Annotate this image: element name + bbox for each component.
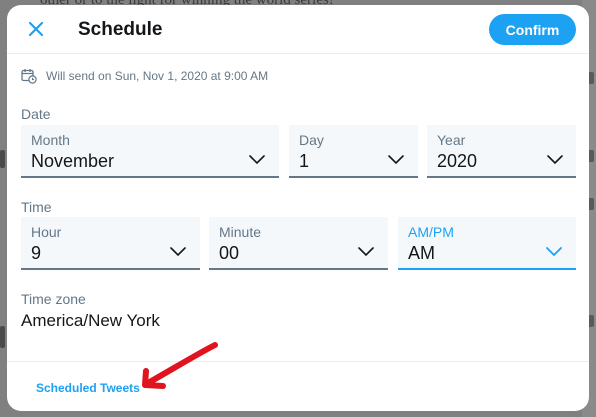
calendar-clock-icon	[21, 69, 37, 84]
confirm-button[interactable]: Confirm	[489, 14, 576, 45]
year-label: Year	[437, 132, 466, 148]
year-select[interactable]: Year 2020	[427, 125, 576, 178]
background-fragment	[0, 326, 5, 348]
ampm-select[interactable]: AM/PM AM	[398, 217, 576, 270]
timezone-label: Time zone	[21, 291, 86, 307]
month-value: November	[31, 151, 115, 171]
modal-title: Schedule	[78, 19, 163, 40]
modal-header: Schedule Confirm	[7, 5, 589, 54]
chevron-down-icon	[547, 155, 563, 165]
close-button[interactable]	[25, 18, 47, 40]
red-arrow-annotation-icon	[142, 342, 218, 389]
schedule-modal: Schedule Confirm Will send on Sun, Nov 1…	[7, 5, 589, 411]
month-select[interactable]: Month November	[21, 125, 279, 178]
minute-value: 00	[219, 243, 240, 263]
month-label: Month	[31, 132, 70, 148]
timezone-value: America/New York	[21, 311, 160, 330]
minute-select[interactable]: Minute 00	[209, 217, 388, 270]
day-label: Day	[299, 132, 324, 148]
chevron-down-icon	[358, 247, 374, 257]
minute-label: Minute	[219, 224, 262, 240]
hour-select[interactable]: Hour 9	[21, 217, 200, 270]
hour-label: Hour	[31, 224, 62, 240]
day-value: 1	[299, 151, 310, 171]
day-select[interactable]: Day 1	[289, 125, 418, 178]
background-fragment	[0, 150, 5, 168]
chevron-down-icon	[170, 247, 186, 257]
time-section-label: Time	[21, 199, 52, 215]
chevron-down-icon	[249, 155, 265, 165]
schedule-notice: Will send on Sun, Nov 1, 2020 at 9:00 AM	[21, 66, 268, 86]
close-icon	[28, 21, 44, 37]
year-value: 2020	[437, 151, 478, 171]
chevron-down-icon	[546, 247, 562, 257]
ampm-label: AM/PM	[408, 224, 454, 240]
chevron-down-icon	[388, 155, 404, 165]
hour-value: 9	[31, 243, 42, 263]
ampm-value: AM	[408, 243, 435, 263]
scheduled-tweets-link[interactable]: Scheduled Tweets	[36, 381, 140, 395]
schedule-notice-text: Will send on Sun, Nov 1, 2020 at 9:00 AM	[46, 69, 269, 83]
modal-footer: Scheduled Tweets	[7, 361, 589, 411]
date-section-label: Date	[21, 106, 51, 122]
